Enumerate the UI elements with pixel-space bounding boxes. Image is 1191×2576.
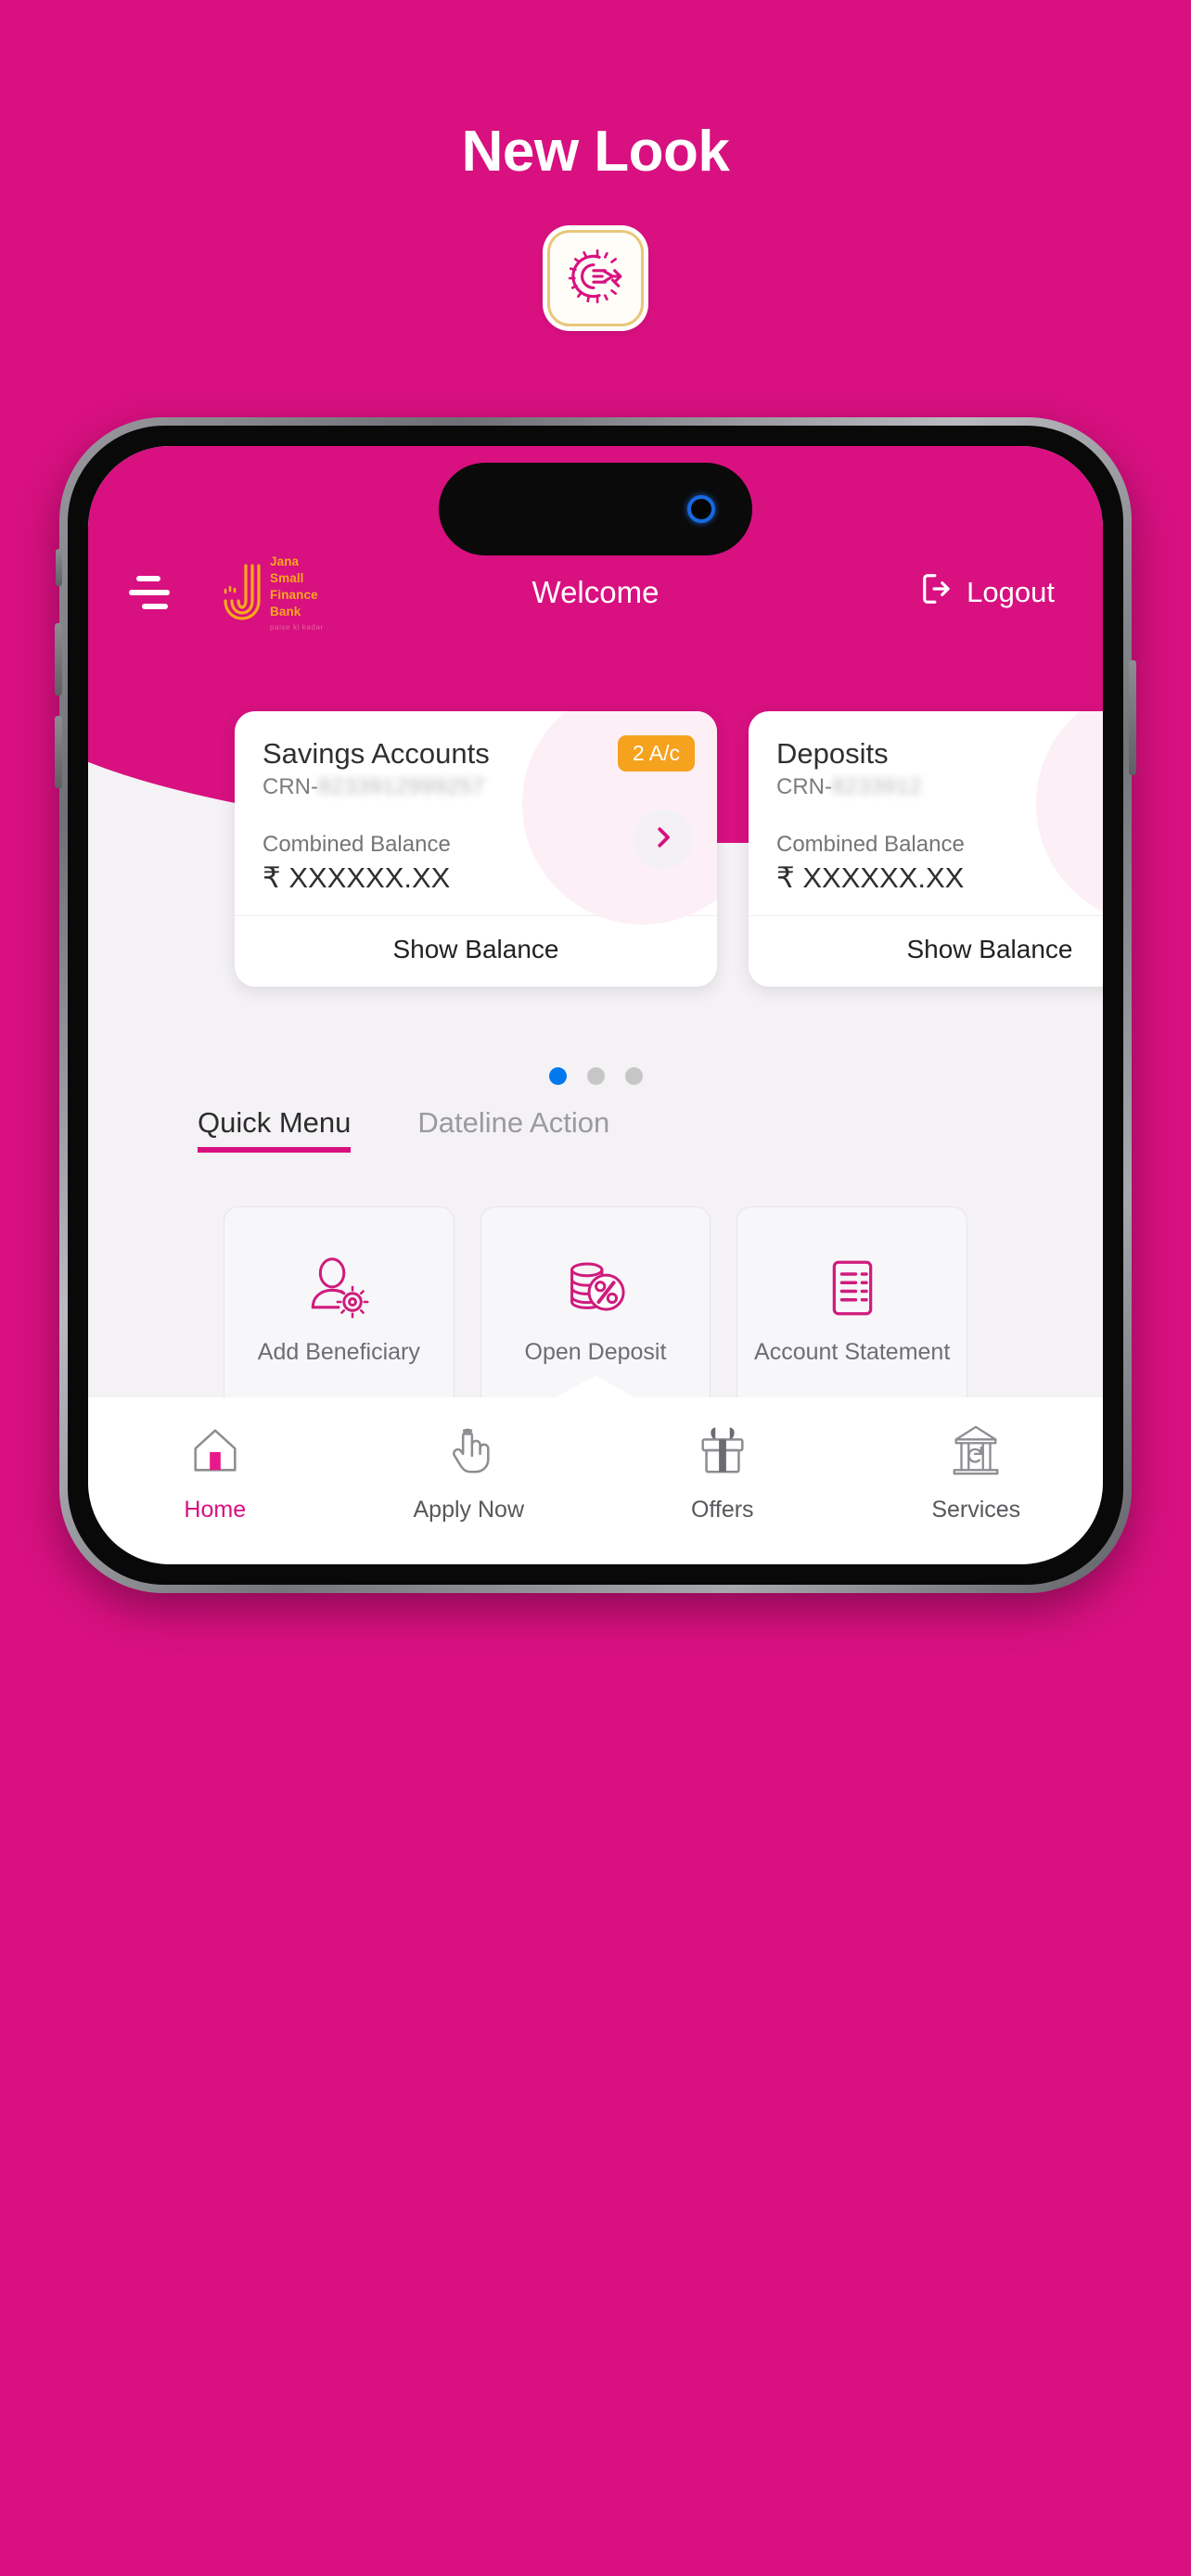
quick-menu-label: Open Deposit (524, 1339, 667, 1365)
logo-line-2: Small (270, 571, 304, 585)
gear-arrows-icon (565, 246, 626, 312)
front-camera-icon (687, 495, 715, 523)
bank-logo: Jana Small Finance Bank paise ki kadar (218, 554, 324, 631)
nav-item-services[interactable]: Services (850, 1422, 1104, 1524)
quick-menu-account-statement[interactable]: Account Statement (736, 1206, 967, 1414)
silent-switch[interactable] (56, 549, 62, 586)
logo-tagline: paise ki kadar (270, 623, 324, 631)
home-icon (186, 1422, 244, 1484)
nav-label: Apply Now (413, 1497, 525, 1523)
logout-button[interactable]: Logout (920, 571, 1055, 614)
pagination-dot-3[interactable] (624, 1067, 643, 1085)
crn-prefix: CRN- (263, 774, 318, 799)
phone-screen: Jana Small Finance Bank paise ki kadar W… (88, 446, 1103, 1564)
account-count-badge: 2 A/c (617, 735, 695, 772)
carousel-pagination (88, 1067, 1103, 1085)
show-balance-button[interactable]: Show Balance (235, 915, 717, 987)
volume-up-button[interactable] (55, 623, 62, 695)
phone-mockup: Jana Small Finance Bank paise ki kadar W… (55, 417, 1136, 1593)
tab-quick-menu[interactable]: Quick Menu (198, 1106, 352, 1153)
app-icon (547, 230, 644, 326)
nav-label: Home (184, 1497, 247, 1523)
logout-label: Logout (967, 576, 1055, 608)
crn-masked-value: 8233912 (832, 774, 922, 799)
power-button[interactable] (1129, 660, 1136, 775)
document-lines-icon (818, 1254, 887, 1327)
nav-item-apply-now[interactable]: Apply Now (342, 1422, 596, 1524)
hamburger-menu-icon[interactable] (129, 576, 186, 609)
bank-refresh-icon (947, 1422, 1005, 1484)
quick-menu-add-beneficiary[interactable]: Add Beneficiary (224, 1206, 455, 1414)
account-card-savings[interactable]: Savings Accounts CRN-8233912999257 Combi… (235, 711, 717, 987)
header-bar: Jana Small Finance Bank paise ki kadar W… (88, 555, 1103, 631)
account-crn: CRN-8233912 (776, 774, 1103, 800)
nav-notch-decoration (553, 1375, 638, 1399)
page-title: New Look (461, 120, 730, 184)
crn-prefix: CRN- (776, 774, 832, 799)
account-crn: CRN-8233912999257 (263, 774, 689, 800)
balance-label: Combined Balance (263, 832, 451, 857)
phone-frame: Jana Small Finance Bank paise ki kadar W… (55, 417, 1136, 1593)
phone-bezel: Jana Small Finance Bank paise ki kadar W… (68, 426, 1123, 1585)
section-tabs: Quick Menu Dateline Action (88, 1106, 1103, 1153)
account-title: Deposits (776, 737, 889, 770)
accounts-carousel[interactable]: Savings Accounts CRN-8233912999257 Combi… (88, 711, 1103, 987)
account-card-deposits[interactable]: Deposits CRN-8233912 Combined Balance ₹ … (749, 711, 1103, 987)
nav-item-home[interactable]: Home (88, 1422, 342, 1524)
hand-tap-icon (440, 1422, 497, 1484)
balance-value: ₹ XXXXXX.XX (263, 861, 451, 894)
quick-menu-label: Account Statement (754, 1339, 951, 1365)
bottom-navigation: Home Apply Now Offers Services (88, 1375, 1104, 1564)
chevron-right-icon (649, 823, 677, 856)
logout-icon (920, 571, 955, 614)
nav-label: Services (931, 1497, 1021, 1523)
coins-percent-icon (561, 1254, 630, 1327)
gift-icon (694, 1422, 751, 1484)
person-gear-icon (304, 1254, 373, 1327)
balance-label: Combined Balance (776, 832, 965, 857)
pagination-dot-1[interactable] (548, 1067, 567, 1085)
dynamic-island (439, 463, 752, 555)
show-balance-button[interactable]: Show Balance (749, 915, 1103, 987)
nav-label: Offers (690, 1497, 754, 1523)
logo-line-1: Jana (270, 555, 300, 568)
quick-menu-label: Add Beneficiary (257, 1339, 420, 1365)
crn-masked-value: 8233912999257 (318, 774, 486, 799)
logo-line-3: Finance (270, 588, 318, 602)
volume-down-button[interactable] (55, 716, 62, 788)
tab-dateline-action[interactable]: Dateline Action (417, 1106, 609, 1153)
account-next-button[interactable] (634, 810, 693, 869)
logo-line-4: Bank (270, 605, 301, 618)
nav-item-offers[interactable]: Offers (596, 1422, 850, 1524)
welcome-title: Welcome (531, 575, 660, 609)
pagination-dot-2[interactable] (586, 1067, 605, 1085)
logo-wordmark: Jana Small Finance Bank paise ki kadar (270, 554, 324, 631)
logo-j-mark-icon (218, 562, 266, 623)
balance-value: ₹ XXXXXX.XX (776, 861, 965, 894)
